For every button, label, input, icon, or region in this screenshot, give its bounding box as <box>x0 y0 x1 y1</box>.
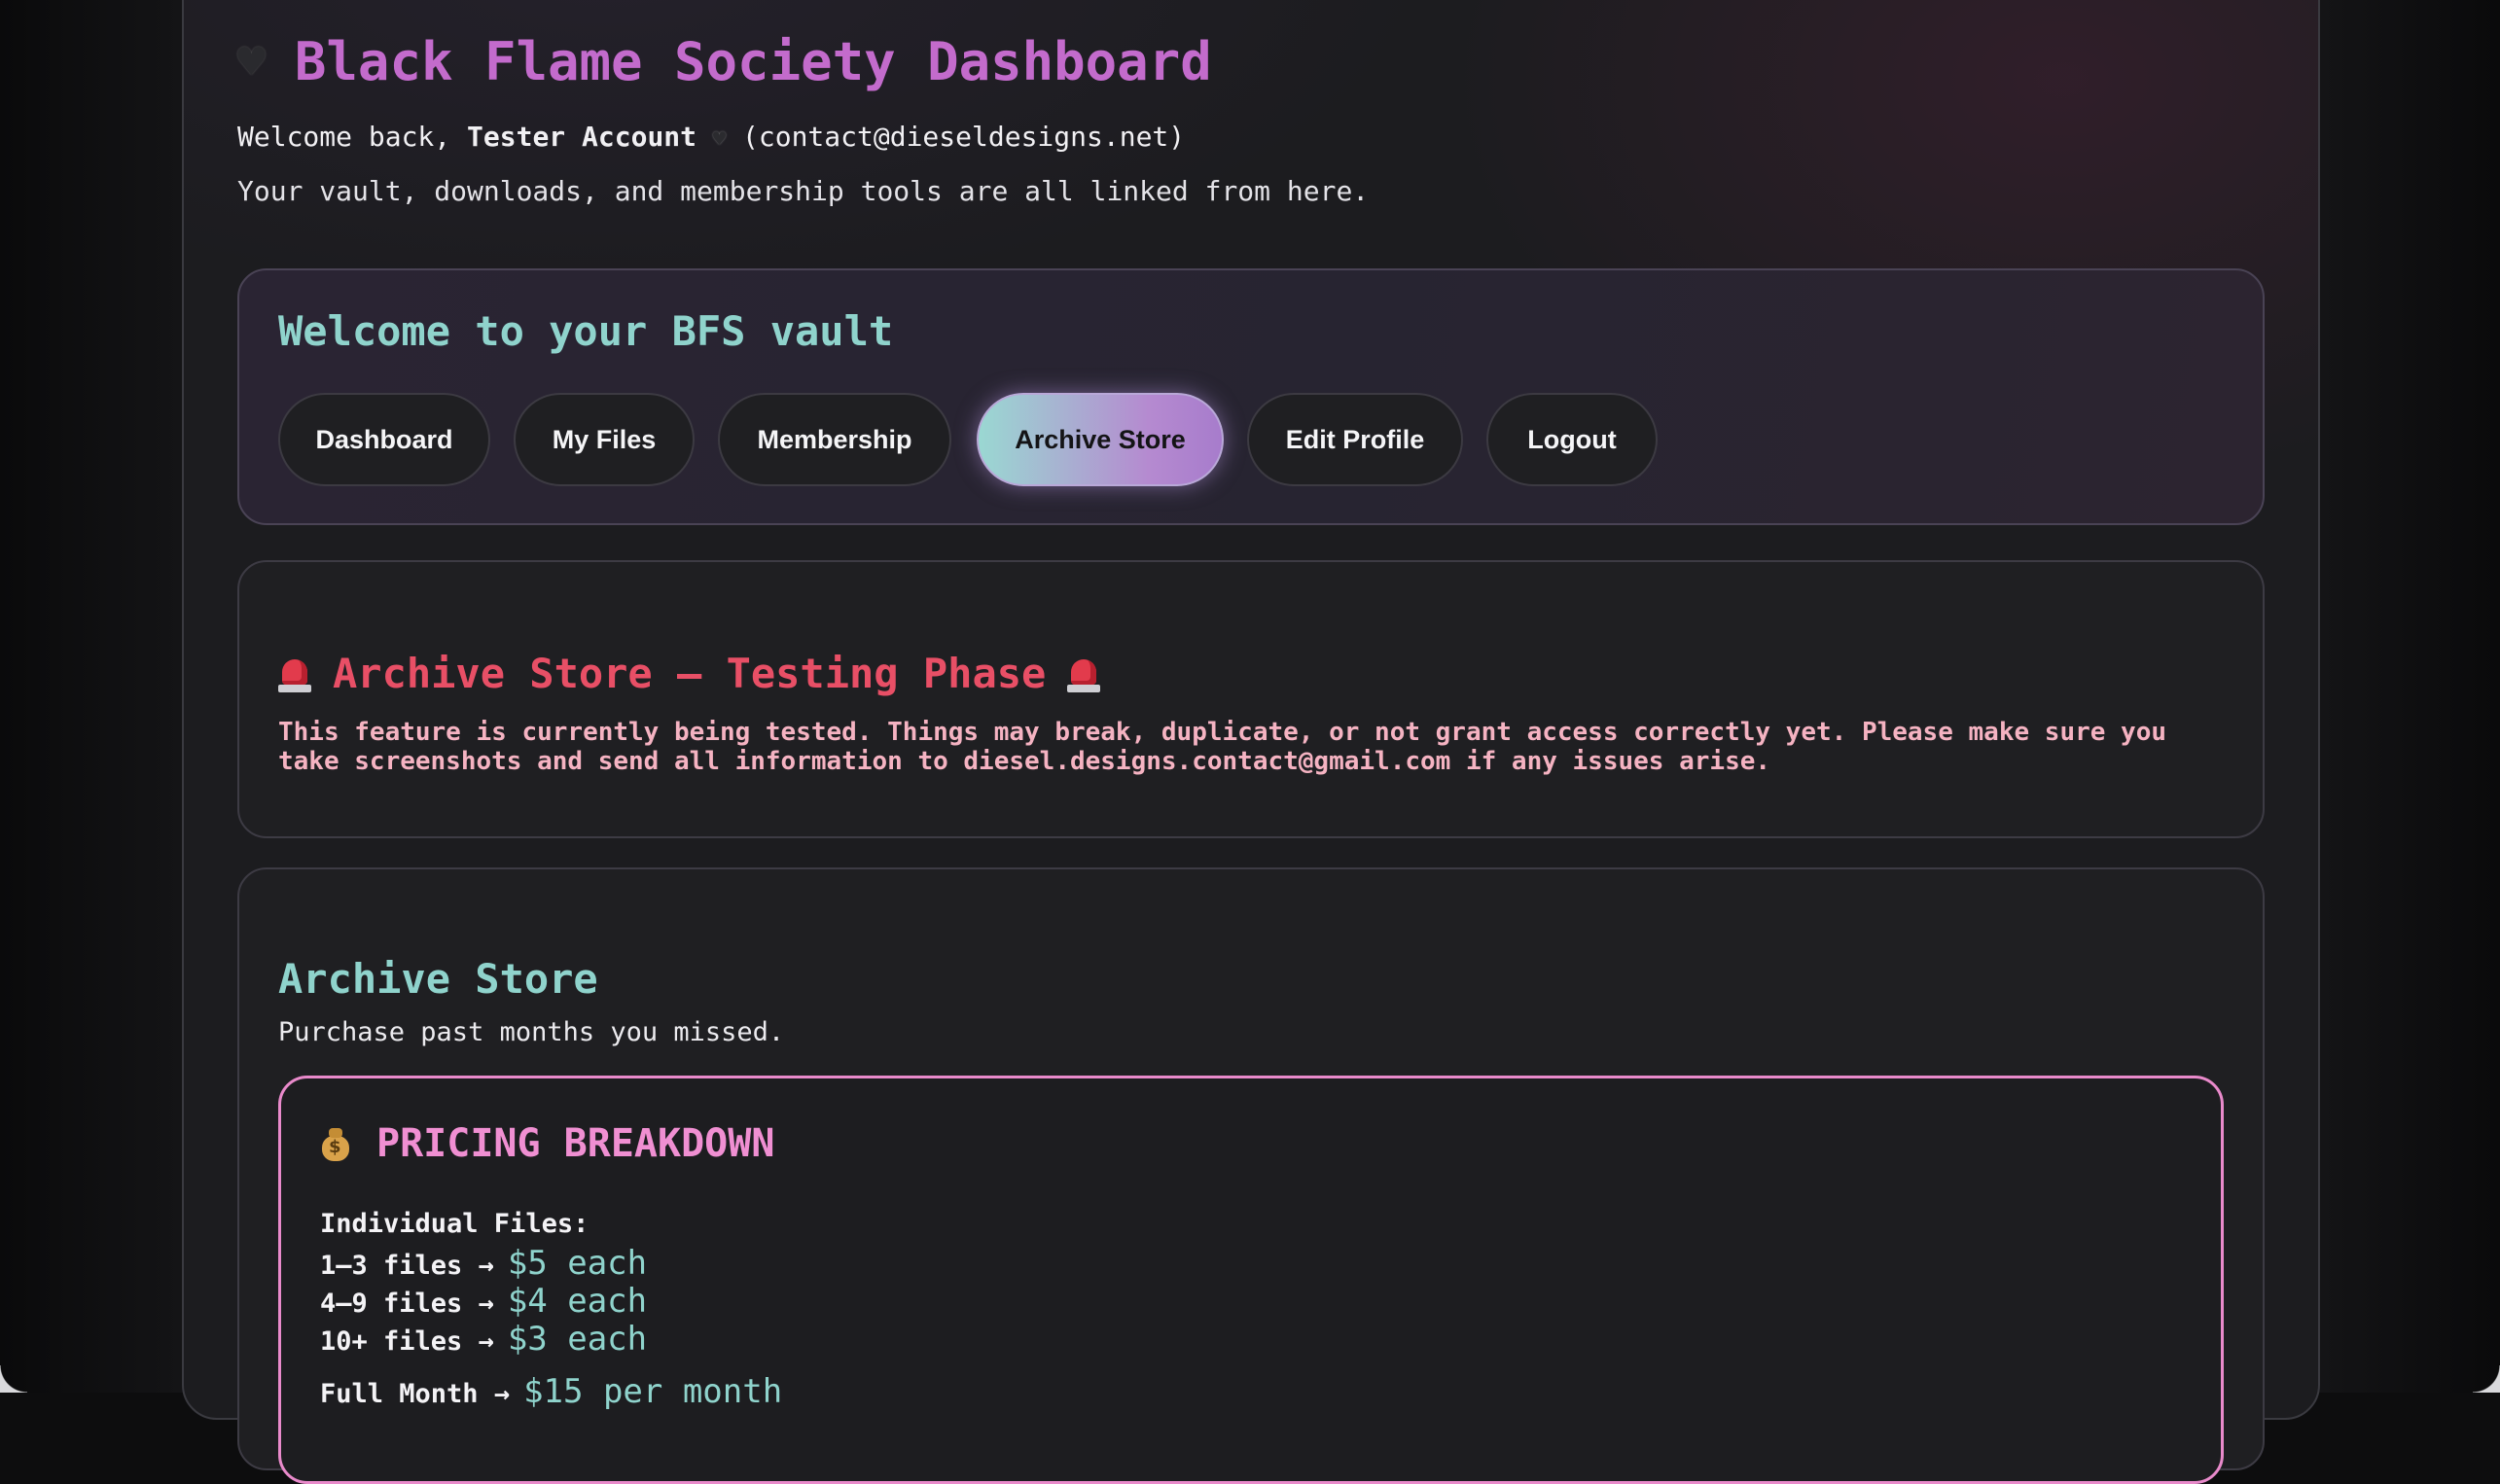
nav-logout-button[interactable]: Logout <box>1486 393 1658 486</box>
price-tier-row: 4–9 files → $4 each <box>320 1282 647 1321</box>
dashboard-subtitle: Your vault, downloads, and membership to… <box>237 175 1369 207</box>
vault-heading: Welcome to your BFS vault <box>278 307 893 355</box>
warning-title: Archive Store — Testing Phase <box>278 650 1100 697</box>
warning-message: This feature is currently being tested. … <box>278 718 2243 776</box>
tier-price: $5 each <box>508 1244 647 1283</box>
nav-membership-button[interactable]: Membership <box>718 393 951 486</box>
window-corner <box>2473 1365 2500 1393</box>
user-name: Tester Account <box>467 121 696 153</box>
page-title: ♥ Black Flame Society Dashboard <box>237 31 1212 92</box>
right-backdrop <box>2319 0 2500 1393</box>
welcome-line: Welcome back, Tester Account ♥ (contact@… <box>237 121 1185 153</box>
price-tier-row: 10+ files → $3 each <box>320 1320 647 1359</box>
small-black-heart-icon: ♥ <box>713 127 726 152</box>
money-bag-icon <box>320 1126 351 1161</box>
full-month-label: Full Month → <box>320 1379 510 1409</box>
nav-dashboard-button[interactable]: Dashboard <box>278 393 490 486</box>
siren-icon <box>1067 655 1100 692</box>
welcome-prefix: Welcome back, <box>237 121 450 153</box>
siren-icon <box>278 655 311 692</box>
warning-line-1: This feature is currently being tested. … <box>278 718 2243 747</box>
tier-price: $3 each <box>508 1320 647 1359</box>
full-month-price: $15 per month <box>523 1372 782 1411</box>
pricing-title: PRICING BREAKDOWN <box>320 1121 774 1166</box>
archive-store-card: Archive Store Purchase past months you m… <box>237 867 2265 1470</box>
warning-title-text: Archive Store — Testing Phase <box>333 650 1046 697</box>
window-corner <box>0 1365 27 1393</box>
nav-archive-store-button[interactable]: Archive Store <box>977 393 1224 486</box>
full-month-row: Full Month → $15 per month <box>320 1372 782 1411</box>
tier-price: $4 each <box>508 1282 647 1321</box>
tier-range: 10+ files → <box>320 1326 494 1357</box>
page-title-text: Black Flame Society Dashboard <box>295 31 1212 92</box>
archive-store-subtitle: Purchase past months you missed. <box>278 1017 784 1047</box>
tier-range: 4–9 files → <box>320 1289 494 1319</box>
pricing-title-text: PRICING BREAKDOWN <box>376 1121 774 1166</box>
nav-my-files-button[interactable]: My Files <box>514 393 695 486</box>
left-backdrop <box>0 0 183 1393</box>
vault-nav-card: Welcome to your BFS vault Dashboard My F… <box>237 268 2265 525</box>
warning-line-2: take screenshots and send all informatio… <box>278 747 2243 776</box>
tier-range: 1–3 files → <box>320 1251 494 1281</box>
nav-edit-profile-button[interactable]: Edit Profile <box>1247 393 1463 486</box>
individual-files-label: Individual Files: <box>320 1209 589 1239</box>
price-tier-row: 1–3 files → $5 each <box>320 1244 647 1283</box>
testing-warning-card: Archive Store — Testing Phase This featu… <box>237 560 2265 838</box>
black-heart-icon: ♥ <box>237 35 266 89</box>
user-email: (contact@dieseldesigns.net) <box>742 121 1185 153</box>
archive-store-title: Archive Store <box>278 955 598 1003</box>
pricing-breakdown-box: PRICING BREAKDOWN Individual Files: 1–3 … <box>278 1076 2224 1484</box>
